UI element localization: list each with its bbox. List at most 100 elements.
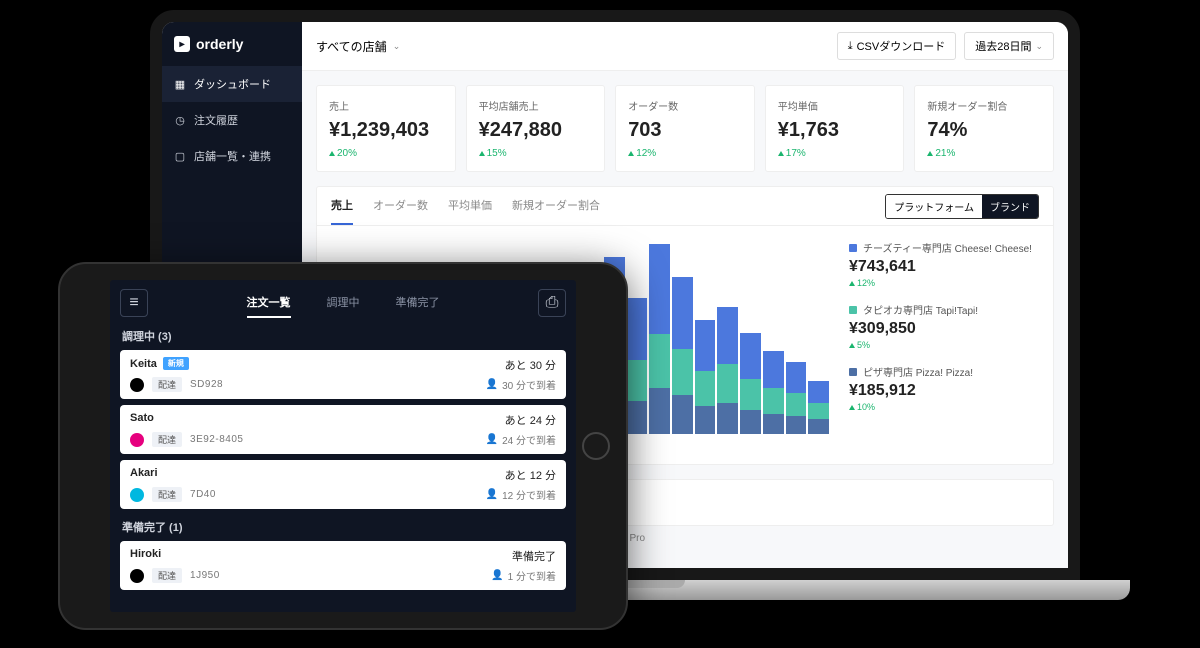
bar-group bbox=[717, 307, 738, 434]
order-row-top: Keita新規あと 30 分 bbox=[130, 357, 556, 373]
order-row-bottom: 配達3E92-8405 👤24 分で到着 bbox=[130, 432, 556, 447]
order-customer-name: Keita新規 bbox=[130, 357, 189, 370]
sidebar-item-0[interactable]: ▦ダッシュボード bbox=[162, 66, 302, 102]
app-logo: ▸ orderly bbox=[162, 22, 302, 66]
person-icon: 👤 bbox=[486, 489, 498, 500]
bar-segment bbox=[786, 393, 807, 415]
legend-value: ¥309,850 bbox=[849, 320, 1039, 338]
kpi-value: ¥247,880 bbox=[479, 119, 593, 142]
legend-name: ピザ専門店 Pizza! Pizza! bbox=[863, 364, 973, 379]
period-label: 過去28日間 bbox=[975, 38, 1031, 54]
tablet-frame: ≡ 注文一覧調理中準備完了 ⎙ 調理中 (3) Keita新規あと 30 分配達… bbox=[58, 262, 628, 630]
chart-tab[interactable]: オーダー数 bbox=[373, 187, 428, 225]
order-left: 配達3E92-8405 bbox=[130, 432, 243, 447]
order-card[interactable]: Akariあと 12 分配達7D40👤12 分で到着 bbox=[120, 460, 566, 509]
chart-tab[interactable]: 平均単価 bbox=[448, 187, 492, 225]
ready-orders: Hiroki準備完了配達1J950👤1 分で到着 bbox=[120, 541, 566, 590]
bar-group bbox=[649, 244, 670, 434]
nav-label: 注文履歴 bbox=[194, 112, 238, 128]
bar-group bbox=[672, 277, 693, 434]
sidebar-item-2[interactable]: ▢店舗一覧・連携 bbox=[162, 138, 302, 174]
cooking-section-title: 調理中 (3) bbox=[122, 328, 564, 344]
legend-value: ¥743,641 bbox=[849, 258, 1039, 276]
kpi-card: 売上¥1,239,40320% bbox=[316, 85, 456, 172]
arrow-up-icon bbox=[927, 151, 933, 156]
delivery-tag: 配達 bbox=[152, 487, 182, 502]
order-eta: 👤1 分で到着 bbox=[491, 568, 556, 583]
order-row-top: Hiroki準備完了 bbox=[130, 548, 556, 564]
grid-icon: ▢ bbox=[174, 150, 186, 162]
kpi-card: オーダー数70312% bbox=[615, 85, 755, 172]
bar-group bbox=[695, 320, 716, 434]
legend-delta: 12% bbox=[849, 278, 1039, 288]
service-icon bbox=[130, 569, 144, 583]
service-icon bbox=[130, 433, 144, 447]
arrow-up-icon bbox=[849, 281, 855, 286]
brand-name: orderly bbox=[196, 36, 243, 52]
bar-group bbox=[740, 333, 761, 434]
tablet-tab[interactable]: 注文一覧 bbox=[247, 288, 291, 318]
person-icon: 👤 bbox=[486, 379, 498, 390]
order-card[interactable]: Satoあと 24 分配達3E92-8405👤24 分で到着 bbox=[120, 405, 566, 454]
ready-section-title: 準備完了 (1) bbox=[122, 519, 564, 535]
kpi-card: 平均店舗売上¥247,88015% bbox=[466, 85, 606, 172]
tablet-tab[interactable]: 準備完了 bbox=[396, 288, 440, 318]
menu-button[interactable]: ≡ bbox=[120, 289, 148, 317]
bar-segment bbox=[627, 298, 648, 361]
kpi-value: 74% bbox=[927, 119, 1041, 142]
order-code: SD928 bbox=[190, 379, 223, 390]
toggle-option[interactable]: プラットフォーム bbox=[886, 195, 982, 218]
csv-download-button[interactable]: ⤓ CSVダウンロード bbox=[837, 32, 957, 60]
print-button[interactable]: ⎙ bbox=[538, 289, 566, 317]
service-icon bbox=[130, 378, 144, 392]
order-left: 配達 7D40 bbox=[130, 487, 216, 502]
kpi-value: ¥1,239,403 bbox=[329, 119, 443, 142]
store-selector[interactable]: すべての店舗 ⌄ bbox=[316, 38, 400, 55]
kpi-delta: 21% bbox=[927, 148, 1041, 159]
bar-segment bbox=[649, 244, 670, 334]
kpi-row: 売上¥1,239,40320%平均店舗売上¥247,88015%オーダー数703… bbox=[316, 85, 1054, 172]
order-card[interactable]: Keita新規あと 30 分配達SD928👤30 分で到着 bbox=[120, 350, 566, 399]
kpi-label: 平均店舗売上 bbox=[479, 98, 593, 113]
chart-tab[interactable]: 新規オーダー割合 bbox=[512, 187, 600, 225]
tablet-tab[interactable]: 調理中 bbox=[327, 288, 360, 318]
order-eta: 👤12 分で到着 bbox=[486, 487, 556, 502]
arrow-up-icon bbox=[329, 151, 335, 156]
sidebar-item-1[interactable]: ◷注文履歴 bbox=[162, 102, 302, 138]
legend-item: チーズティー専門店 Cheese! Cheese!¥743,64112% bbox=[849, 240, 1039, 288]
order-row-bottom: 配達SD928👤30 分で到着 bbox=[130, 377, 556, 392]
bar-segment bbox=[672, 277, 693, 349]
kpi-delta: 17% bbox=[778, 148, 892, 159]
order-eta: 👤24 分で到着 bbox=[486, 432, 556, 447]
new-badge: 新規 bbox=[163, 357, 189, 370]
bar-segment bbox=[786, 416, 807, 434]
arrow-up-icon bbox=[849, 343, 855, 348]
legend-swatch bbox=[849, 368, 857, 376]
service-icon bbox=[130, 488, 144, 502]
legend-value: ¥185,912 bbox=[849, 382, 1039, 400]
bar-segment bbox=[695, 371, 716, 406]
person-icon: 👤 bbox=[486, 434, 498, 445]
legend-item: タピオカ専門店 Tapi!Tapi!¥309,8505% bbox=[849, 302, 1039, 350]
arrow-up-icon bbox=[849, 405, 855, 410]
period-selector[interactable]: 過去28日間 ⌄ bbox=[964, 32, 1054, 60]
kpi-label: 平均単価 bbox=[778, 98, 892, 113]
delivery-tag: 配達 bbox=[152, 377, 182, 392]
order-code: 3E92-8405 bbox=[190, 434, 243, 445]
chart-toggle[interactable]: プラットフォームブランド bbox=[885, 194, 1039, 219]
order-code: 1J950 bbox=[190, 570, 220, 581]
bar-group bbox=[786, 362, 807, 434]
chart-tab[interactable]: 売上 bbox=[331, 187, 353, 225]
legend-delta: 10% bbox=[849, 402, 1039, 412]
arrow-up-icon bbox=[778, 151, 784, 156]
tablet-home-button[interactable] bbox=[582, 432, 610, 460]
toggle-option[interactable]: ブランド bbox=[982, 195, 1038, 218]
order-code: 7D40 bbox=[190, 489, 216, 500]
order-card[interactable]: Hiroki準備完了配達1J950👤1 分で到着 bbox=[120, 541, 566, 590]
tablet-tabs: 注文一覧 調理中 準備完了 bbox=[247, 288, 440, 318]
legend-swatch bbox=[849, 244, 857, 252]
kpi-delta: 20% bbox=[329, 148, 443, 159]
order-customer-name: Sato bbox=[130, 412, 154, 424]
order-customer-name: Akari bbox=[130, 467, 158, 479]
logo-icon: ▸ bbox=[174, 36, 190, 52]
